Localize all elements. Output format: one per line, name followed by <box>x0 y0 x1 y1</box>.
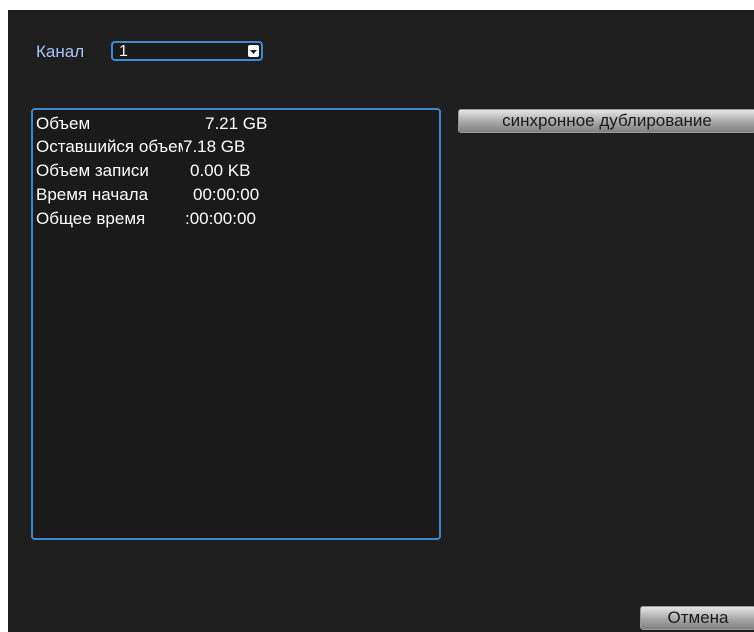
channel-select-value: 1 <box>119 43 128 60</box>
info-value: 7.18 GB <box>183 137 246 156</box>
cancel-button[interactable]: Отмена <box>640 606 754 630</box>
backup-dialog: Канал 1 Объем 7.21 GB Оставшийся объем 7… <box>8 10 754 632</box>
info-value: 00:00:00 <box>193 185 260 204</box>
disk-info-panel: Объем 7.21 GB Оставшийся объем 7.18 GB О… <box>31 108 441 540</box>
info-value: 7.21 GB <box>205 114 268 133</box>
channel-select[interactable]: 1 <box>111 41 263 61</box>
info-value: :00:00:00 <box>185 209 256 228</box>
info-label: Общее время <box>36 209 146 228</box>
info-value: 0.00 KB <box>190 161 251 180</box>
channel-label: Канал <box>36 42 85 61</box>
info-label: Объем записи <box>36 161 149 180</box>
info-label: Время начала <box>36 185 149 204</box>
chevron-down-icon[interactable] <box>248 45 259 57</box>
info-label: Объем <box>36 114 91 133</box>
sync-backup-button[interactable]: синхронное дублирование <box>458 109 754 133</box>
info-label: Оставшийся объем <box>36 137 183 156</box>
